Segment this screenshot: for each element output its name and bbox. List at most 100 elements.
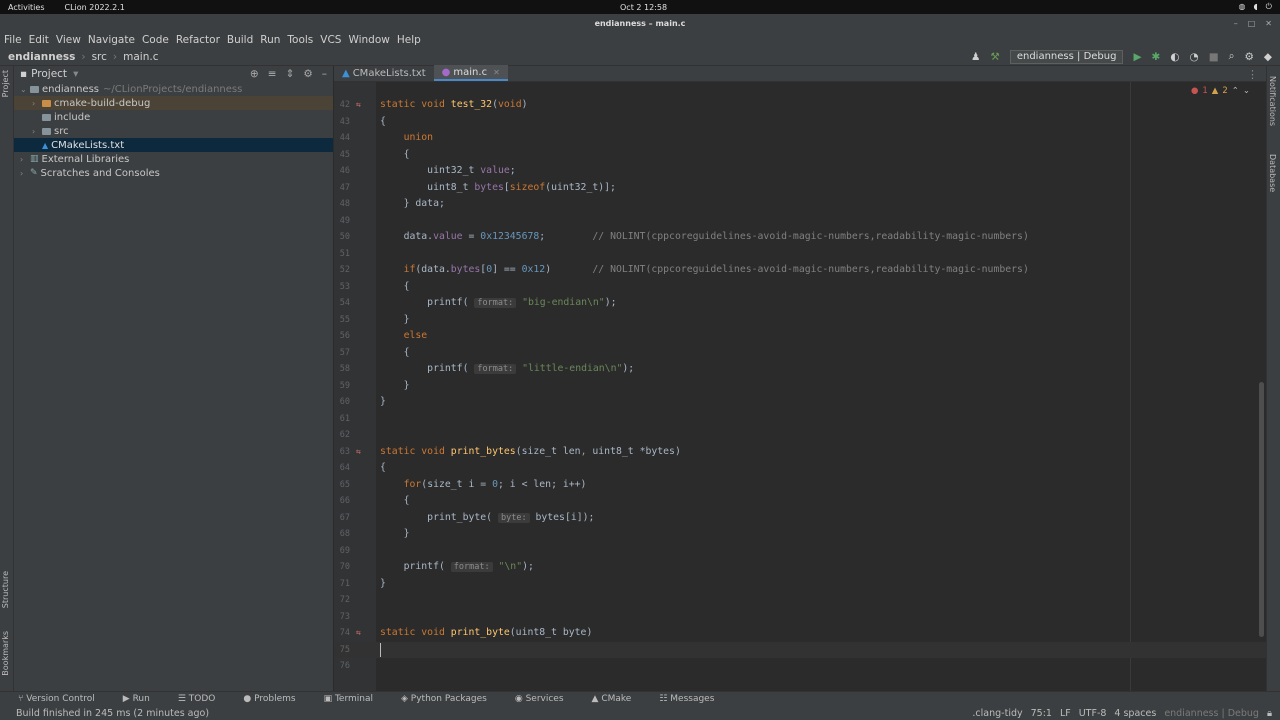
project-tree-item[interactable]: › src xyxy=(14,124,333,138)
tool-messages[interactable]: ☷ Messages xyxy=(659,694,728,704)
structure-tool-tab[interactable]: Structure xyxy=(1,571,10,608)
breadcrumb-project[interactable]: endianness xyxy=(8,51,75,63)
line-number[interactable]: 73 xyxy=(334,609,350,626)
status-context[interactable]: endianness | Debug xyxy=(1164,708,1259,719)
line-number[interactable]: 57 xyxy=(334,345,350,362)
menu-vcs[interactable]: VCS xyxy=(320,34,341,46)
tool-services[interactable]: ◉ Services xyxy=(515,694,578,704)
code-line[interactable]: 65 for(size_t i = 0; i < len; i++) xyxy=(334,477,1266,494)
status-indent[interactable]: 4 spaces xyxy=(1114,708,1156,719)
tab-cmakelists[interactable]: ▲ CMakeLists.txt xyxy=(334,65,434,81)
menu-file[interactable]: File xyxy=(4,34,22,46)
line-number[interactable]: 65 xyxy=(334,477,350,494)
code-line[interactable]: 51 xyxy=(334,246,1266,263)
code-line[interactable]: 68 } xyxy=(334,526,1266,543)
panel-settings-icon[interactable]: ⚙ xyxy=(303,68,312,80)
menu-edit[interactable]: Edit xyxy=(29,34,49,46)
tool-terminal[interactable]: ▣ Terminal xyxy=(324,694,387,704)
status-linter[interactable]: .clang-tidy xyxy=(972,708,1022,719)
lock-icon[interactable]: 🔒︎ xyxy=(1267,708,1272,719)
line-number[interactable]: 56 xyxy=(334,328,350,345)
line-number[interactable]: 43 xyxy=(334,114,350,131)
menu-code[interactable]: Code xyxy=(142,34,169,46)
minimize-icon[interactable]: – xyxy=(1234,19,1238,28)
code-line[interactable]: 58 printf( format: "little-endian\n"); xyxy=(334,361,1266,378)
activities-button[interactable]: Activities xyxy=(8,3,45,12)
code-line[interactable]: 60} xyxy=(334,394,1266,411)
line-number[interactable]: 69 xyxy=(334,543,350,560)
status-message[interactable]: Build finished in 245 ms (2 minutes ago) xyxy=(16,708,209,719)
line-number[interactable]: 72 xyxy=(334,592,350,609)
code-line[interactable]: 55 } xyxy=(334,312,1266,329)
project-tree-item[interactable]: ⌄ endianness ~/CLionProjects/endianness xyxy=(14,82,333,96)
code-line[interactable]: 57 { xyxy=(334,345,1266,362)
project-tree-item[interactable]: › cmake-build-debug xyxy=(14,96,333,110)
line-number[interactable]: 74 xyxy=(334,625,350,642)
code-line[interactable]: 43 { xyxy=(334,114,1266,131)
line-number[interactable]: 59 xyxy=(334,378,350,395)
breadcrumb-file[interactable]: main.c xyxy=(123,51,158,63)
settings-gear-icon[interactable]: ⚙ xyxy=(1245,51,1254,63)
system-clock[interactable]: Oct 2 12:58 xyxy=(620,3,667,12)
tool-problems[interactable]: ● Problems xyxy=(243,694,309,704)
line-number[interactable]: 58 xyxy=(334,361,350,378)
debug-icon[interactable]: ✱ xyxy=(1152,51,1161,63)
line-number[interactable]: 42 xyxy=(334,97,350,114)
line-number[interactable]: 53 xyxy=(334,279,350,296)
project-tree-item[interactable]: ▲ CMakeLists.txt xyxy=(14,138,333,152)
status-line-separator[interactable]: LF xyxy=(1060,708,1071,719)
line-number[interactable]: 44 xyxy=(334,130,350,147)
chevron-right-icon[interactable]: › xyxy=(20,169,30,178)
chevron-down-icon[interactable]: ▾ xyxy=(73,68,78,80)
code-line[interactable]: 66 { xyxy=(334,493,1266,510)
status-caret-position[interactable]: 75:1 xyxy=(1031,708,1052,719)
code-line[interactable]: 71} xyxy=(334,576,1266,593)
inspection-widget[interactable]: ● 1 ▲ 2 ⌃ ⌄ xyxy=(1191,86,1250,96)
code-line[interactable]: 45 { xyxy=(334,147,1266,164)
more-tabs-icon[interactable]: ⋮ xyxy=(1247,68,1258,81)
line-number[interactable]: 75 xyxy=(334,642,350,659)
code-line[interactable]: 42 ⇆ static void test_32(void) xyxy=(334,97,1266,114)
locate-file-icon[interactable]: ⊕ xyxy=(250,68,259,80)
hide-panel-icon[interactable]: – xyxy=(322,68,327,80)
line-number[interactable]: 70 xyxy=(334,559,350,576)
declaration-gutter-icon[interactable]: ⇆ xyxy=(356,444,361,461)
line-number[interactable]: 63 xyxy=(334,444,350,461)
code-line[interactable]: 64 { xyxy=(334,460,1266,477)
network-icon[interactable]: ◍ xyxy=(1238,2,1245,12)
code-line[interactable]: 76 xyxy=(334,658,1266,675)
breadcrumb-folder[interactable]: src xyxy=(92,51,107,63)
line-number[interactable]: 50 xyxy=(334,229,350,246)
project-tree-item[interactable]: › ▥ External Libraries xyxy=(14,152,333,166)
code-line[interactable]: 69 xyxy=(334,543,1266,560)
code-line[interactable]: 72 xyxy=(334,592,1266,609)
code-line[interactable]: 75 xyxy=(334,641,1266,659)
declaration-gutter-icon[interactable]: ⇆ xyxy=(356,97,361,114)
code-line[interactable]: 62 xyxy=(334,427,1266,444)
volume-icon[interactable]: ◖ xyxy=(1253,2,1257,12)
line-number[interactable]: 68 xyxy=(334,526,350,543)
close-icon[interactable]: ✕ xyxy=(1265,19,1272,28)
user-icon[interactable]: ♟ xyxy=(971,51,980,63)
menu-help[interactable]: Help xyxy=(397,34,421,46)
code-line[interactable]: 49 xyxy=(334,213,1266,230)
stop-icon[interactable]: ■ xyxy=(1209,51,1219,63)
line-number[interactable]: 62 xyxy=(334,427,350,444)
expand-all-icon[interactable]: ≡ xyxy=(268,68,277,80)
code-editor[interactable]: ● 1 ▲ 2 ⌃ ⌄ 42 ⇆ static void test_32(void)… xyxy=(334,82,1266,691)
profile-icon[interactable]: ◔ xyxy=(1190,51,1199,63)
menu-navigate[interactable]: Navigate xyxy=(88,34,135,46)
line-number[interactable]: 49 xyxy=(334,213,350,230)
line-number[interactable]: 51 xyxy=(334,246,350,263)
code-line[interactable]: 56 else xyxy=(334,328,1266,345)
code-line[interactable]: 61 xyxy=(334,411,1266,428)
line-number[interactable]: 45 xyxy=(334,147,350,164)
chevron-right-icon[interactable]: › xyxy=(32,127,42,136)
code-line[interactable]: 54 printf( format: "big-endian\n"); xyxy=(334,295,1266,312)
tool-cmake[interactable]: ▲ CMake xyxy=(592,694,646,704)
run-configuration-select[interactable]: endianness | Debug xyxy=(1009,49,1124,64)
chevron-right-icon[interactable]: › xyxy=(20,155,30,164)
code-line[interactable]: 73 xyxy=(334,609,1266,626)
line-number[interactable]: 54 xyxy=(334,295,350,312)
chevron-down-icon[interactable]: ⌄ xyxy=(1243,86,1250,96)
